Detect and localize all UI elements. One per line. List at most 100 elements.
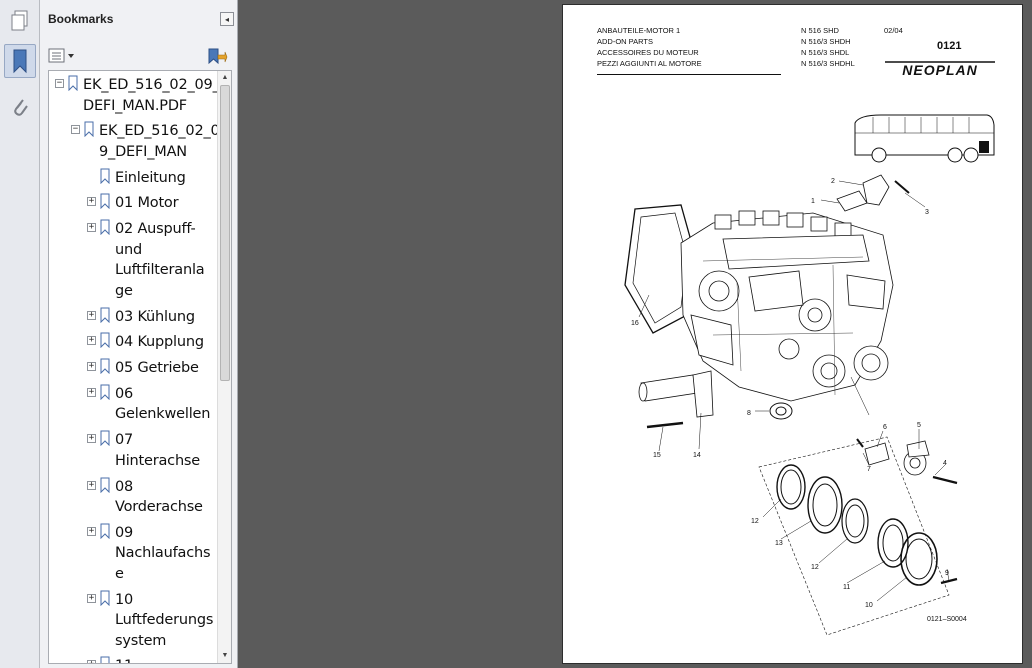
bookmark-label: ge	[115, 282, 133, 299]
bookmark-item[interactable]: +07 Hinterachse	[49, 430, 217, 471]
bookmark-item[interactable]: +02 Auspuff-und Luftfilteranla ge	[49, 219, 217, 301]
bookmark-label: Einleitung	[115, 169, 186, 186]
callout-10: 10	[865, 602, 873, 609]
new-bookmark-icon[interactable]	[206, 47, 228, 65]
bookmark-icon	[100, 523, 110, 539]
vertical-scrollbar[interactable]: ▲ ▼	[217, 71, 231, 663]
attachments-icon[interactable]	[4, 90, 36, 124]
bookmark-label: 06	[115, 385, 134, 402]
bookmark-item[interactable]: Einleitung	[49, 168, 217, 189]
bookmark-item[interactable]: +06 Gelenkwellen	[49, 384, 217, 425]
bookmark-item[interactable]: +09 Nachlaufachs e	[49, 523, 217, 585]
bookmark-icon	[68, 75, 78, 91]
expand-icon[interactable]: +	[87, 434, 96, 444]
model-item: N 516/3 SHDH	[801, 37, 851, 46]
bookmark-icon	[100, 168, 110, 184]
bookmark-icon	[100, 358, 110, 375]
bookmark-label: 9_DEFI_MAN	[99, 143, 187, 160]
bookmark-label: EK_ED_516_02_0	[99, 123, 220, 140]
bookmark-item[interactable]: +04 Kupplung	[49, 332, 217, 353]
bookmark-icon	[100, 219, 110, 236]
bookmark-icon	[100, 477, 110, 493]
pdf-viewer: Bookmarks ◂ − EK_ED_516_02_09_ DEFI_MAN.…	[0, 0, 1032, 668]
panel-splitter[interactable]	[238, 0, 242, 668]
bookmarks-icon[interactable]	[4, 44, 36, 78]
expand-icon[interactable]: +	[87, 480, 96, 490]
callout-11: 11	[843, 584, 850, 591]
bookmark-label: 03 Kühlung	[115, 308, 195, 325]
callout-4: 4	[943, 460, 947, 467]
expand-icon[interactable]: +	[87, 593, 96, 603]
bookmark-item[interactable]: +10 Luftfederungs system	[49, 590, 217, 652]
bookmark-label: e	[115, 565, 124, 582]
header-title-en: ADD-ON PARTS	[597, 37, 653, 46]
neoplan-logo: NEOPLAN	[885, 61, 995, 78]
bookmark-label: 04 Kupplung	[115, 334, 204, 351]
bookmark-item[interactable]: +01 Motor	[49, 193, 217, 214]
bookmark-label: Vorderachse	[115, 499, 203, 515]
callout-14: 14	[693, 452, 701, 459]
bookmark-item[interactable]: +11	[49, 656, 217, 663]
bookmark-label: 07	[115, 432, 134, 449]
scroll-down-icon[interactable]: ▼	[220, 651, 230, 661]
bookmark-icon	[84, 121, 94, 138]
bookmark-label: 10	[115, 591, 134, 608]
bookmark-label: Hinterachse	[115, 452, 201, 469]
header-rule	[597, 74, 781, 75]
bookmark-icon	[100, 384, 110, 400]
callout-12: 12	[751, 518, 759, 525]
callout-3: 3	[925, 209, 929, 216]
bookmark-label: EK_ED_516_02_09_	[83, 77, 220, 93]
callout-2: 2	[831, 178, 835, 185]
header-titles: ANBAUTEILE-MOTOR 1 ADD-ON PARTS ACCESSOI…	[597, 25, 702, 69]
callout-12: 12	[811, 564, 819, 571]
pages-icon[interactable]	[4, 4, 36, 38]
bookmark-icon	[100, 307, 110, 323]
expand-icon[interactable]: +	[87, 336, 96, 346]
bookmark-label: Gelenkwellen	[115, 406, 211, 423]
panel-header: Bookmarks ◂	[40, 0, 238, 40]
expand-icon[interactable]: +	[87, 526, 96, 536]
expand-icon[interactable]: +	[87, 362, 96, 372]
bookmark-label: 09	[115, 524, 134, 541]
collapse-panel-button[interactable]: ◂	[220, 12, 234, 26]
callout-7: 7	[867, 466, 871, 473]
bookmark-item[interactable]: − EK_ED_516_02_09_ DEFI_MAN.PDF	[49, 75, 220, 116]
callout-1: 1	[811, 198, 815, 205]
bookmark-label: 05 Getriebe	[115, 360, 199, 377]
bookmark-item[interactable]: − EK_ED_516_02_0 9_DEFI_MAN	[49, 121, 220, 162]
expand-icon[interactable]: +	[87, 387, 96, 397]
callout-13: 13	[775, 540, 783, 547]
svg-text:NEOPLAN: NEOPLAN	[902, 62, 977, 78]
expand-icon[interactable]: +	[87, 223, 96, 233]
model-list: N 516 SHD N 516/3 SHDH N 516/3 SHDL N 51…	[801, 25, 855, 69]
expand-icon[interactable]: +	[87, 310, 96, 320]
issue-date: 02/04	[884, 26, 903, 35]
bookmark-label: Luftfederungs	[115, 612, 214, 629]
model-item: N 516 SHD	[801, 26, 839, 35]
collapse-icon[interactable]: −	[55, 79, 64, 88]
expand-icon[interactable]: +	[87, 197, 96, 207]
bookmark-icon	[100, 656, 110, 663]
bookmark-label: 02 Auspuff-	[115, 221, 196, 238]
scroll-up-icon[interactable]: ▲	[220, 73, 230, 83]
callout-16: 16	[631, 320, 639, 327]
document-page: ANBAUTEILE-MOTOR 1 ADD-ON PARTS ACCESSOI…	[562, 4, 1023, 664]
bookmark-icon	[100, 332, 110, 349]
panel-title: Bookmarks	[48, 12, 114, 26]
options-icon[interactable]	[48, 47, 78, 65]
callout-6: 6	[883, 424, 887, 431]
expand-icon[interactable]: +	[87, 660, 96, 663]
scroll-thumb[interactable]	[220, 85, 230, 381]
bookmark-item[interactable]: +05 Getriebe	[49, 358, 217, 379]
callout-5: 5	[917, 422, 921, 429]
bookmark-item[interactable]: +08 Vorderachse	[49, 477, 217, 518]
bookmark-icon	[100, 193, 110, 210]
callout-8: 8	[747, 410, 751, 417]
panel-toolbar	[40, 44, 238, 68]
model-item: N 516/3 SHDL	[801, 48, 850, 57]
header-title-fr: ACCESSOIRES DU MOTEUR	[597, 48, 699, 57]
bookmark-label: DEFI_MAN.PDF	[83, 97, 187, 114]
collapse-icon[interactable]: −	[71, 125, 80, 135]
bookmark-item[interactable]: +03 Kühlung	[49, 307, 217, 328]
